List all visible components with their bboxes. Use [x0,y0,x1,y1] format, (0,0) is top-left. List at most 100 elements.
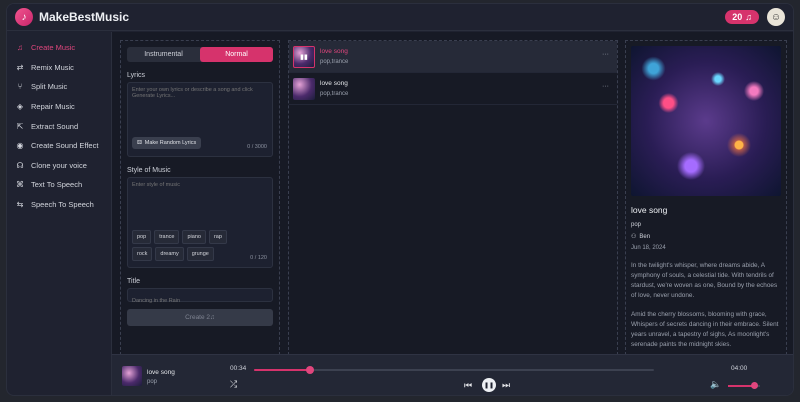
tag-chip[interactable]: piano [182,230,206,244]
song-genre: pop,trance [320,91,349,97]
app-window: ♪ MakeBestMusic 20 ♫ ☺ ♫ Create Music ⇄ … [6,3,794,396]
song-row[interactable]: love song pop,trance ··· [289,73,617,105]
mode-normal-tab[interactable]: Normal [200,47,273,62]
more-options-icon[interactable]: ··· [602,83,609,90]
create-form: Instrumental Normal Lyrics ⚄ Make Random… [120,40,280,355]
song-row[interactable]: ▮▮ love song pop,trance ··· [289,41,617,73]
progress-bar[interactable] [254,366,654,374]
lyrics-input[interactable] [128,83,272,123]
remix-icon: ⇄ [16,62,24,72]
player-bar: love song pop 00:34 04:00 ⤮ ⏮ ❚❚ ⏭ 🔈 [111,354,793,395]
random-lyrics-label: Make Random Lyrics [144,140,197,146]
credits-badge[interactable]: 20 ♫ [725,10,759,24]
repair-icon: ◈ [16,102,24,112]
lyrics-stanza: Amid the cherry blossoms, blooming with … [631,311,779,348]
author-name: Ben [639,233,651,240]
equalizer-icon: ▮▮ [300,53,308,61]
sidebar-item-label: Repair Music [31,102,75,112]
sidebar-item-remix-music[interactable]: ⇄ Remix Music [7,58,111,78]
avatar[interactable]: ☺ [767,8,785,26]
pause-button[interactable]: ❚❚ [482,378,496,392]
style-counter: 0 / 120 [250,255,267,261]
tag-chip[interactable]: rap [208,230,227,244]
detail-author[interactable]: ⚇ Ben [631,233,781,241]
tag-chip[interactable]: trance [154,230,180,244]
style-label: Style of Music [127,167,171,174]
sidebar-item-label: Remix Music [31,62,74,72]
tag-chip[interactable]: pop [132,230,152,244]
text-to-speech-icon: ⌘ [16,180,24,190]
create-button[interactable]: Create 2♫ [127,309,273,326]
top-bar: ♪ MakeBestMusic 20 ♫ ☺ [7,4,793,31]
volume-slider[interactable] [728,382,760,389]
lyrics-label: Lyrics [127,72,146,79]
song-detail: love song pop ⚇ Ben Jun 18, 2024 In the … [625,40,787,355]
style-input[interactable] [128,178,272,208]
mode-instrumental-tab[interactable]: Instrumental [127,47,200,62]
mode-toggle: Instrumental Normal [127,47,273,62]
logo-icon[interactable]: ♪ [15,8,33,26]
dice-icon: ⚄ [137,140,142,146]
previous-icon[interactable]: ⏮ [464,380,472,391]
tag-chip[interactable]: rock [132,247,153,261]
duration: 04:00 [731,365,748,372]
sidebar-item-speech-to-speech[interactable]: ⇆ Speech To Speech [7,195,111,215]
style-box: pop trance piano rap rock dreamy grunge … [127,177,273,268]
volume-handle[interactable] [750,382,758,389]
tag-chip[interactable]: dreamy [155,247,184,261]
song-title: love song [320,48,348,55]
shuffle-icon[interactable]: ⤮ [230,379,237,390]
volume-icon[interactable]: 🔈 [710,379,721,390]
sidebar-item-create-sound-effect[interactable]: ◉ Create Sound Effect [7,136,111,156]
detail-date: Jun 18, 2024 [631,245,666,251]
style-tags: pop trance piano rap rock dreamy grunge [132,230,232,261]
more-options-icon[interactable]: ··· [602,51,609,58]
main-panel: Instrumental Normal Lyrics ⚄ Make Random… [111,32,793,355]
speech-to-speech-icon: ⇆ [16,200,24,210]
sidebar-item-label: Split Music [31,82,68,92]
user-icon: ⚇ [631,234,637,240]
title-input[interactable] [128,295,272,307]
next-icon[interactable]: ⏭ [502,380,510,391]
detail-title: love song [631,205,668,215]
player-thumbnail[interactable] [122,366,142,386]
sidebar-item-label: Extract Sound [31,121,79,131]
current-time: 00:34 [230,365,247,372]
sidebar-item-label: Create Music [31,43,76,53]
song-list: ▮▮ love song pop,trance ··· love song po… [288,40,618,355]
sidebar-item-clone-voice[interactable]: ☊ Clone your voice [7,156,111,176]
player-genre: pop [147,379,158,385]
sidebar-item-split-music[interactable]: ⑂ Split Music [7,77,111,97]
sidebar-item-create-music[interactable]: ♫ Create Music [7,38,111,58]
title-label: Title [127,278,140,285]
lyrics-box: ⚄ Make Random Lyrics 0 / 3000 [127,82,273,157]
voice-clone-icon: ☊ [16,160,24,170]
sidebar-item-text-to-speech[interactable]: ⌘ Text To Speech [7,175,111,195]
progress-handle[interactable] [306,366,314,374]
split-icon: ⑂ [17,82,23,92]
cover-art [631,46,781,196]
sidebar-item-label: Speech To Speech [31,200,94,210]
song-genre: pop,trance [320,59,349,65]
sound-effect-icon: ◉ [16,141,24,151]
sidebar-item-extract-sound[interactable]: ⇱ Extract Sound [7,116,111,136]
song-title: love song [320,80,348,87]
sidebar: ♫ Create Music ⇄ Remix Music ⑂ Split Mus… [7,32,111,352]
credits-count: 20 [732,12,743,22]
tag-chip[interactable]: grunge [186,247,214,261]
random-lyrics-button[interactable]: ⚄ Make Random Lyrics [132,137,202,149]
detail-lyrics: In the twilight's whisper, where dreams … [631,261,781,350]
pause-icon: ❚❚ [483,382,495,389]
player-title: love song [147,369,175,376]
extract-icon: ⇱ [16,121,24,131]
song-thumbnail[interactable] [293,77,315,100]
volume-fill [728,385,754,387]
sidebar-item-label: Create Sound Effect [31,141,99,151]
song-thumbnail[interactable]: ▮▮ [293,45,315,68]
music-note-icon: ♫ [745,12,752,22]
sidebar-item-repair-music[interactable]: ◈ Repair Music [7,97,111,117]
title-box [127,288,273,307]
lyrics-counter: 0 / 3000 [247,144,267,150]
lyrics-stanza: In the twilight's whisper, where dreams … [631,262,778,299]
detail-genre: pop [631,222,642,228]
